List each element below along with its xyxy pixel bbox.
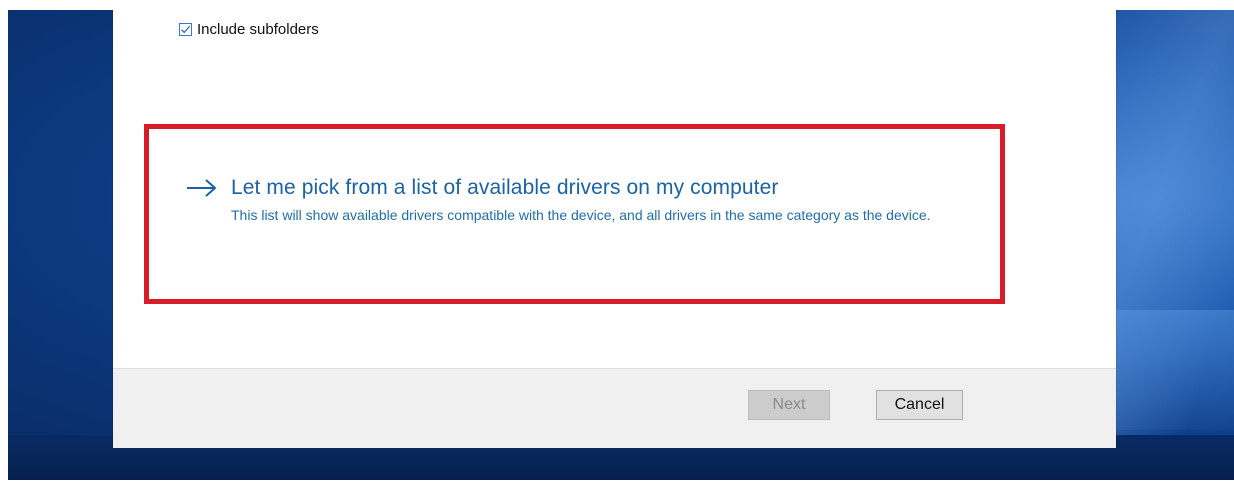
- arrow-right-icon: [187, 179, 217, 197]
- desktop-background: Include subfolders Let me pick from a li…: [8, 10, 1234, 480]
- next-button[interactable]: Next: [748, 390, 830, 420]
- include-subfolders-checkbox[interactable]: [179, 22, 192, 36]
- checkmark-icon: [181, 25, 191, 33]
- include-subfolders-option[interactable]: Include subfolders: [179, 18, 319, 40]
- pick-driver-link-option[interactable]: Let me pick from a list of available dri…: [185, 176, 985, 226]
- pick-driver-link-title[interactable]: Let me pick from a list of available dri…: [231, 176, 778, 200]
- cancel-button[interactable]: Cancel: [876, 390, 963, 420]
- update-drivers-dialog: Include subfolders Let me pick from a li…: [113, 10, 1116, 448]
- wallpaper-light-glow: [1098, 310, 1234, 430]
- pick-driver-link-description: This list will show available drivers co…: [231, 207, 931, 223]
- dialog-footer: Next Cancel: [113, 368, 1116, 448]
- include-subfolders-label: Include subfolders: [197, 20, 319, 38]
